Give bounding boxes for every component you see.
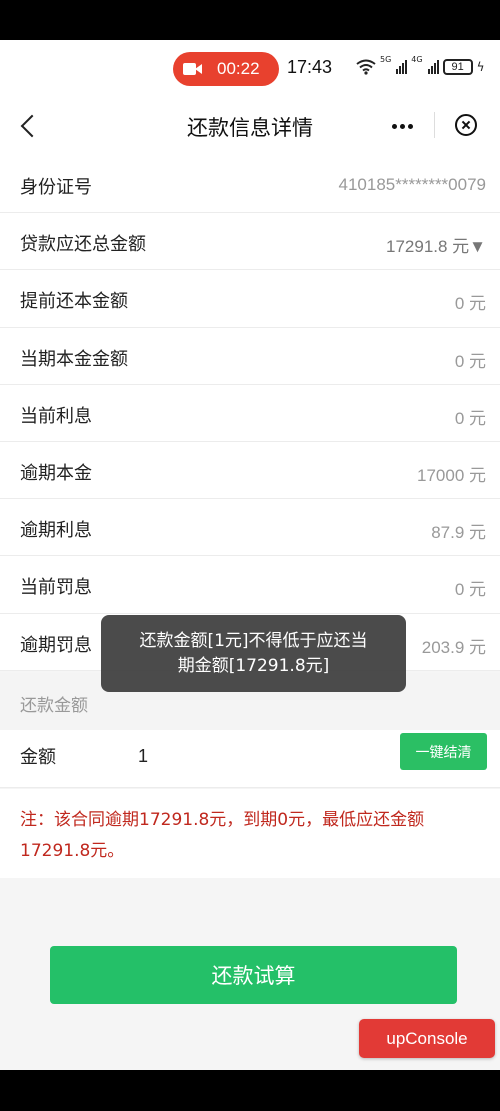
section-title: 还款金额 [20,696,88,716]
info-value: 87.9 元 [431,523,486,543]
info-row-current-principal: 当期本金金额 0 元 [0,328,500,385]
nav-divider [434,112,435,138]
close-icon[interactable] [455,114,477,136]
info-value: 17000 元 [417,465,486,485]
overdue-note: 注：该合同逾期17291.8元，到期0元，最低应还金额17291.8元。 [0,789,500,878]
info-row-total-due[interactable]: 贷款应还总金额 17291.8 元▼ [0,213,500,271]
toast-message: 还款金额[1元]不得低于应还当 期金额[17291.8元] [101,615,406,692]
info-value-dropdown[interactable]: 17291.8 元▼ [386,232,486,257]
info-row-current-penalty: 当前罚息 0 元 [0,556,500,614]
battery-level: 91 [451,61,464,73]
info-row-current-interest: 当前利息 0 元 [0,385,500,442]
network-label-2: 4G [411,55,423,64]
amount-row: 金额 一键结清 [0,730,500,788]
toast-line-2: 期金额[17291.8元] [177,656,330,676]
top-black-bar [0,0,500,40]
info-label: 当期本金金额 [20,348,128,370]
status-bar: 00:22 17:43 5G 4G 91 ϟ [0,40,500,96]
clock: 17:43 [287,57,333,77]
info-row-overdue-interest: 逾期利息 87.9 元 [0,499,500,557]
screen-recording-pill[interactable]: 00:22 [173,52,279,86]
amount-label: 金额 [20,747,56,768]
amount-input[interactable] [138,738,388,774]
status-icons: 5G 4G 91 ϟ [356,56,485,78]
battery-icon: 91 [442,59,473,75]
info-label: 逾期利息 [20,520,92,542]
more-options-icon[interactable] [388,112,416,140]
repay-calculate-button[interactable]: 还款试算 [50,946,457,1004]
settle-all-button[interactable]: 一键结清 [400,733,487,770]
upconsole-button[interactable]: upConsole [359,1019,495,1058]
signal-icon-1 [396,60,408,74]
bottom-black-bar [0,1070,500,1111]
network-label-1: 5G [380,55,392,64]
nav-bar: 还款信息详情 [0,96,500,156]
video-camera-icon [183,62,203,76]
info-value: 0 元 [454,351,486,371]
toast-line-1: 还款金额[1元]不得低于应还当 [139,631,368,651]
info-label: 逾期罚息 [20,634,92,656]
info-value: 0 元 [454,294,486,314]
info-label: 当前罚息 [20,577,92,599]
back-arrow-icon[interactable] [18,113,40,139]
signal-icon-2 [427,60,439,74]
page-title: 还款信息详情 [187,116,313,140]
info-value: 0 元 [454,408,486,428]
recording-time: 00:22 [217,59,260,78]
info-value: 203.9 元 [421,637,486,657]
charging-icon: ϟ [476,60,485,74]
info-label: 逾期本金 [20,462,92,484]
info-row-id-number: 身份证号 410185********0079 [0,156,500,214]
info-value: 0 元 [454,580,486,600]
info-value: 410185********0079 [338,175,486,194]
info-label: 当前利息 [20,405,92,427]
phone-screen: 00:22 17:43 5G 4G 91 ϟ 还款信息详情 身份证号 41018… [0,40,500,1070]
wifi-icon [356,59,376,75]
info-row-prepay-principal: 提前还本金额 0 元 [0,270,500,328]
info-label: 贷款应还总金额 [20,234,146,256]
info-label: 提前还本金额 [20,291,128,313]
repayment-info-list: 身份证号 410185********0079 贷款应还总金额 17291.8 … [0,156,500,671]
info-row-overdue-principal: 逾期本金 17000 元 [0,442,500,500]
info-label: 身份证号 [20,177,92,198]
